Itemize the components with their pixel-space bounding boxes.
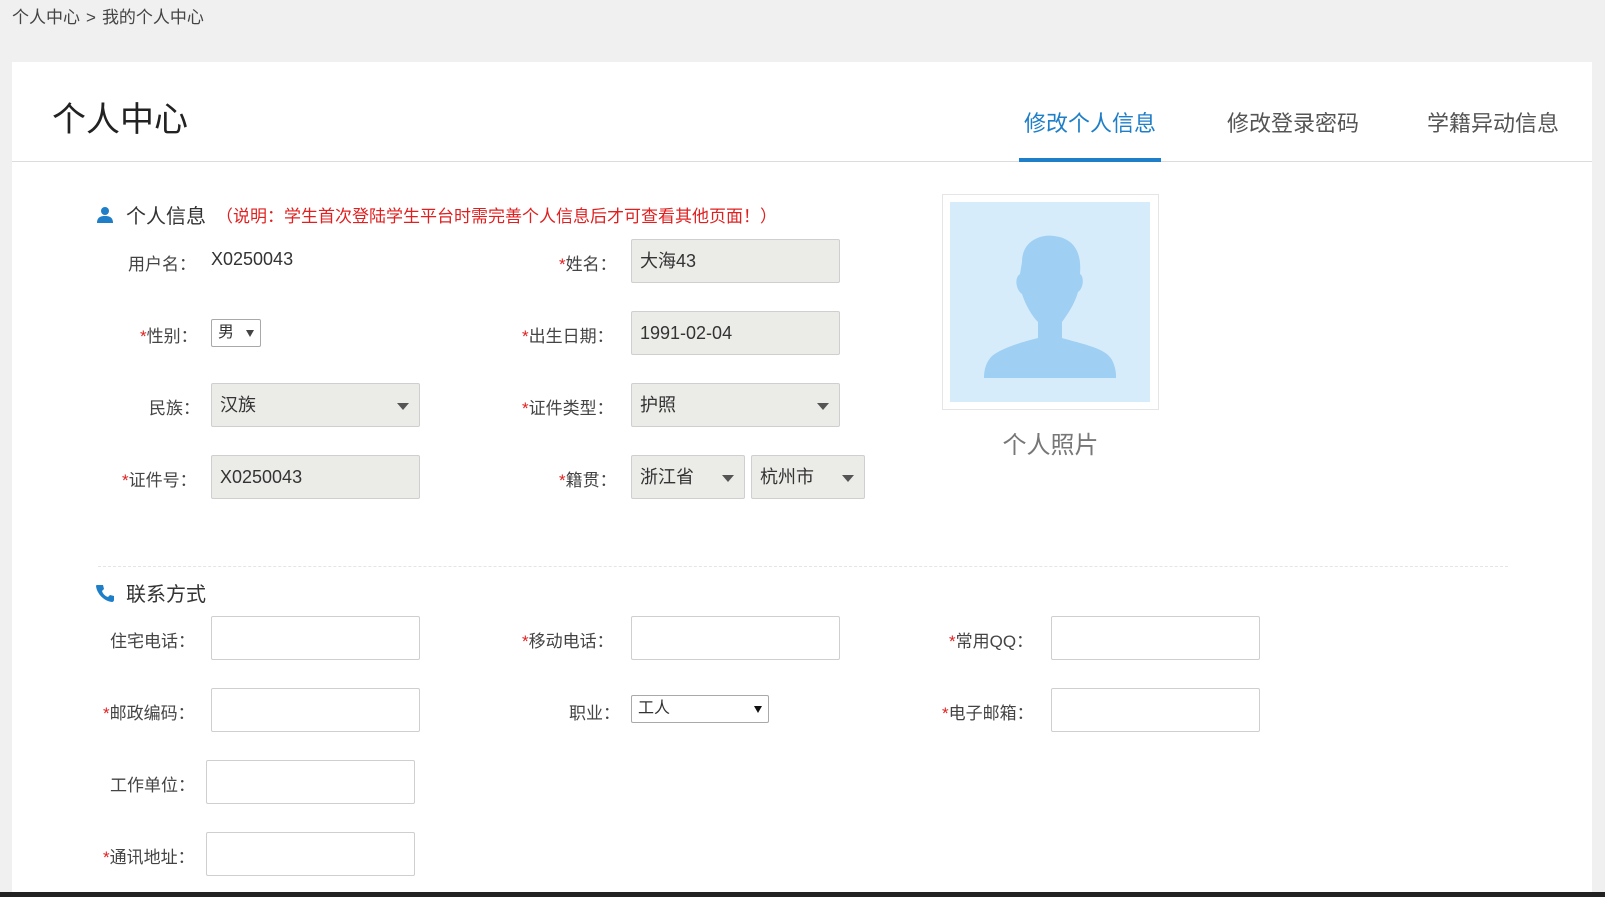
page-title: 个人中心 [52,101,188,139]
user-icon [96,206,114,224]
bottom-bar [0,892,1605,897]
home-phone-input[interactable] [211,616,420,660]
mobile-label: *移动电话： [522,632,614,651]
photo-frame[interactable] [942,194,1159,410]
province-value: 浙江省 [640,467,694,487]
id-number-field[interactable]: X0250043 [211,455,420,499]
tab-enrollment-change[interactable]: 学籍异动信息 [1427,106,1559,162]
username-value: X0250043 [211,249,294,269]
address-label: *通讯地址： [103,848,195,867]
photo-caption: 个人照片 [1002,432,1099,459]
job-select[interactable]: 工人 [631,695,769,723]
workplace-label: 工作单位： [110,776,195,795]
tab-change-password[interactable]: 修改登录密码 [1227,106,1359,162]
birth-label: *出生日期： [522,327,614,346]
home-phone-label: 住宅电话： [110,632,195,651]
postcode-input[interactable] [211,688,420,732]
breadcrumb-current: 我的个人中心 [101,8,204,27]
qq-input[interactable] [1051,616,1260,660]
personal-info-section-title: 个人信息 （说明：学生首次登陆学生平台时需完善个人信息后才可查看其他页面！） [96,200,777,229]
section-divider [98,566,1508,567]
mobile-input[interactable] [631,616,840,660]
job-label: 职业： [569,704,620,723]
id-number-label: *证件号： [122,471,197,490]
caret-down-icon [246,330,254,337]
breadcrumb-root-link[interactable]: 个人中心 [12,8,80,27]
id-type-label: *证件类型： [522,399,614,418]
name-field[interactable]: 大海43 [631,239,840,283]
job-value: 工人 [638,700,671,717]
postcode-label: *邮政编码： [103,704,195,723]
ethnicity-label: 民族： [149,399,200,418]
gender-label: *性别： [140,327,198,346]
email-input[interactable] [1051,688,1260,732]
address-input[interactable] [206,832,415,876]
ethnicity-select[interactable]: 汉族 [211,383,420,427]
tab-edit-profile[interactable]: 修改个人信息 [1019,106,1161,162]
breadcrumb: 个人中心 > 我的个人中心 [12,3,210,28]
qq-label: *常用QQ： [949,632,1034,651]
caret-down-icon [842,475,854,482]
caret-down-icon [754,706,762,713]
province-select[interactable]: 浙江省 [631,455,745,499]
id-type-select[interactable]: 护照 [631,383,840,427]
card-header: 个人中心 修改个人信息 修改登录密码 学籍异动信息 [12,62,1592,162]
birth-date-field[interactable]: 1991-02-04 [631,311,840,355]
gender-value: 男 [218,324,235,341]
city-value: 杭州市 [760,467,814,487]
native-place-label: *籍贯： [559,471,617,490]
email-label: *电子邮箱： [942,704,1034,723]
section-title-text: 联系方式 [126,584,206,606]
city-select[interactable]: 杭州市 [751,455,865,499]
contact-section-title: 联系方式 [96,578,206,607]
phone-icon [96,584,114,602]
caret-down-icon [817,403,829,410]
workplace-input[interactable] [206,760,415,804]
gender-select[interactable]: 男 [211,319,261,347]
caret-down-icon [397,403,409,410]
breadcrumb-separator: > [86,8,96,27]
ethnicity-value: 汉族 [220,395,256,415]
person-silhouette-icon [984,235,1116,378]
caret-down-icon [722,475,734,482]
username-label: 用户名： [128,255,196,274]
section-title-text: 个人信息 [126,206,206,228]
name-label: *姓名： [559,255,617,274]
id-type-value: 护照 [640,395,676,415]
avatar-placeholder [950,202,1150,402]
info-note: （说明：学生首次登陆学生平台时需完善个人信息后才可查看其他页面！） [216,207,777,226]
